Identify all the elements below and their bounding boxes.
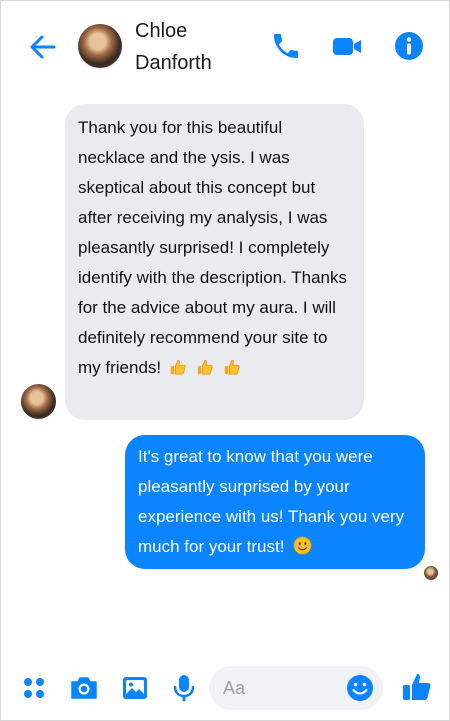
back-arrow-icon[interactable] (27, 31, 59, 63)
thumbs-up-emoji-icon (196, 356, 214, 375)
composer-bar (1, 661, 450, 717)
camera-icon[interactable] (69, 673, 99, 703)
outgoing-message-text: It's great to know that you were pleasan… (138, 447, 405, 556)
seen-indicator-avatar (424, 566, 438, 580)
like-icon[interactable] (401, 671, 433, 703)
contact-avatar[interactable] (78, 24, 122, 68)
info-icon[interactable] (393, 30, 425, 62)
phone-icon[interactable] (270, 30, 302, 62)
thumbs-up-emoji-icon (223, 356, 241, 375)
video-camera-icon[interactable] (331, 30, 363, 62)
sender-avatar[interactable] (21, 384, 56, 419)
outgoing-message: It's great to know that you were pleasan… (125, 435, 425, 569)
gallery-icon[interactable] (120, 673, 150, 703)
microphone-icon[interactable] (169, 673, 199, 703)
smiling-face-emoji-icon (293, 535, 312, 555)
more-options-icon[interactable] (19, 673, 49, 703)
chat-header: Chloe Danforth (1, 1, 450, 91)
incoming-message: Thank you for this beautiful necklace an… (65, 104, 364, 420)
incoming-message-text: Thank you for this beautiful necklace an… (78, 118, 347, 377)
emoji-icon[interactable] (345, 673, 375, 703)
thumbs-up-emoji-icon (169, 356, 187, 375)
contact-name[interactable]: Chloe Danforth (135, 15, 255, 79)
chat-window: Chloe Danforth Thank you for this beauti… (0, 0, 450, 721)
